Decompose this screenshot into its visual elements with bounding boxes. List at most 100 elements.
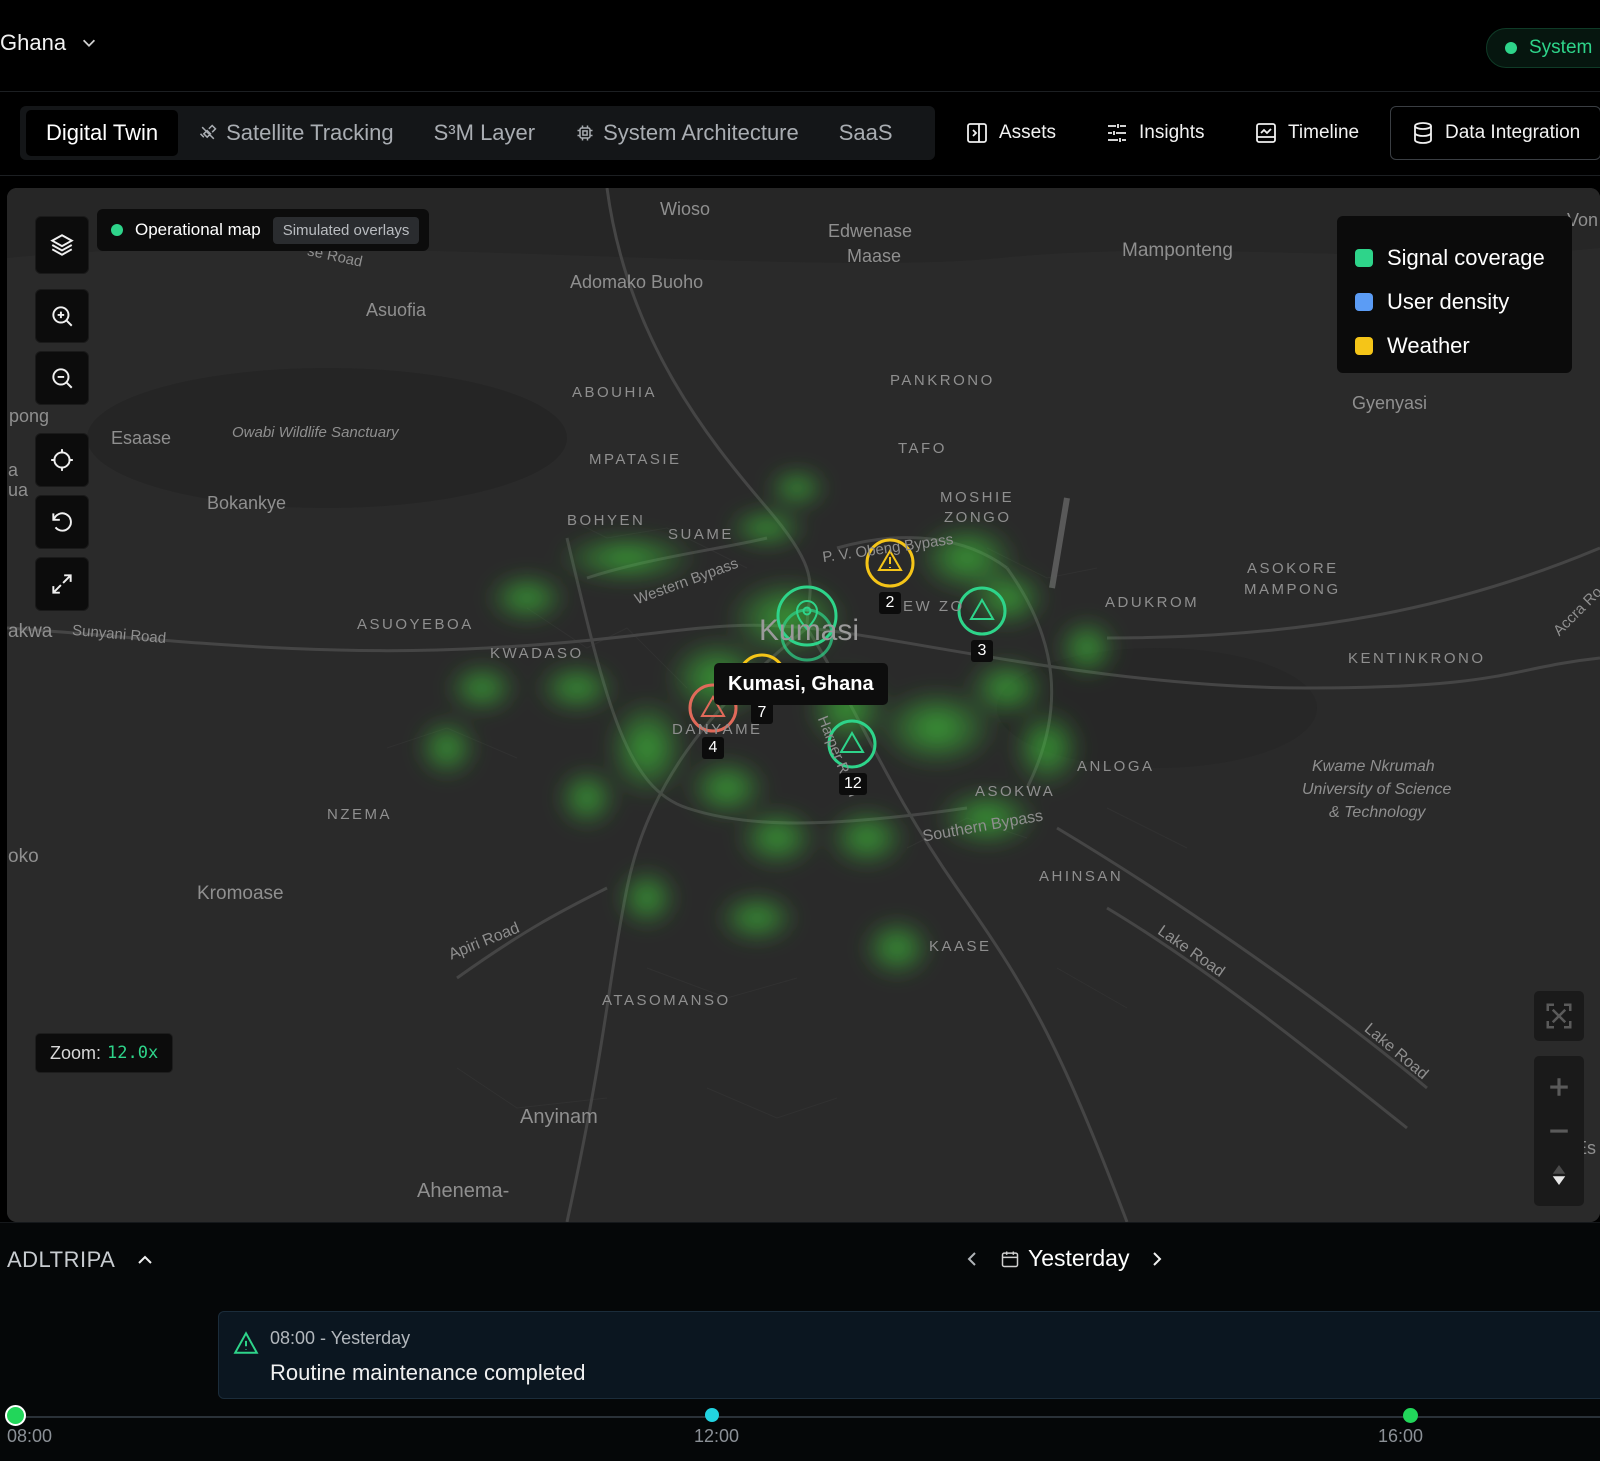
chevron-up-icon bbox=[138, 1255, 153, 1264]
region-selector[interactable]: Ghana bbox=[0, 30, 98, 56]
campus-label: University of Science bbox=[1302, 781, 1452, 798]
place-label: oko bbox=[8, 846, 39, 867]
layers-button[interactable] bbox=[35, 216, 89, 274]
system-status-badge[interactable]: System bbox=[1486, 28, 1600, 68]
compass-icon[interactable] bbox=[1544, 1160, 1574, 1190]
rotate-ccw-icon bbox=[52, 512, 72, 532]
district-label: AHINSAN bbox=[1039, 868, 1124, 885]
tab-s3m-layer[interactable]: S³M Layer bbox=[414, 110, 555, 156]
timeline-marker-active[interactable] bbox=[5, 1405, 26, 1426]
district-label: TAFO bbox=[898, 440, 947, 457]
marker-count-badge: 7 bbox=[751, 702, 773, 724]
nav-link-insights[interactable]: Insights bbox=[1105, 106, 1204, 160]
district-label: KENTINKRONO bbox=[1348, 650, 1486, 667]
district-label: ABOUHIA bbox=[572, 384, 658, 401]
location-tooltip: Kumasi, Ghana bbox=[714, 663, 888, 705]
tab-label: System Architecture bbox=[603, 120, 799, 145]
district-label: ATASOMANSO bbox=[602, 992, 731, 1009]
recenter-button[interactable] bbox=[35, 433, 89, 487]
tab-label: Satellite Tracking bbox=[226, 120, 394, 145]
timeline-tick: 12:00 bbox=[694, 1426, 740, 1446]
place-label: Mamponteng bbox=[1122, 240, 1233, 261]
zoom-readout: Zoom: 12.0x bbox=[35, 1033, 174, 1073]
map-legend: Signal coverage User density Weather bbox=[1337, 216, 1572, 373]
fit-screen-icon bbox=[1546, 1003, 1572, 1029]
nav-link-label: Assets bbox=[999, 122, 1057, 143]
chevron-down-icon bbox=[83, 39, 96, 47]
date-picker-button[interactable]: Yesterday bbox=[1000, 1245, 1129, 1272]
fullscreen-button[interactable] bbox=[35, 557, 89, 611]
place-label: Asuofia bbox=[366, 300, 427, 320]
event-time: 08:00 - Yesterday bbox=[270, 1328, 411, 1348]
fit-bounds-button[interactable] bbox=[1534, 991, 1584, 1041]
place-label: Edwenase bbox=[828, 221, 913, 241]
district-label: BOHYEN bbox=[567, 512, 646, 529]
map-zoom-stack bbox=[1534, 1056, 1584, 1206]
zoom-out-button[interactable] bbox=[35, 351, 89, 405]
top-bar: Ghana System bbox=[0, 0, 1600, 92]
plus-icon[interactable] bbox=[1544, 1072, 1574, 1102]
layers-icon bbox=[50, 234, 74, 256]
place-label: Ahenema- bbox=[417, 1180, 510, 1202]
sliders-icon bbox=[1108, 124, 1126, 142]
tab-label: SaaS bbox=[838, 120, 893, 145]
timeline-header[interactable]: ADLTRIPA bbox=[7, 1247, 155, 1273]
place-label: Adomako Buoho bbox=[570, 272, 704, 292]
nav-link-label: Data Integration bbox=[1445, 122, 1581, 143]
tab-digital-twin[interactable]: Digital Twin bbox=[26, 110, 179, 156]
nav-link-timeline[interactable]: Timeline bbox=[1254, 106, 1359, 160]
nav-link-data-integration[interactable]: Data Integration bbox=[1390, 106, 1600, 160]
legend-swatch bbox=[1355, 249, 1373, 267]
place-label: Wioso bbox=[660, 199, 711, 219]
zoom-out-icon bbox=[52, 368, 73, 389]
timeline-tick: 08:00 bbox=[7, 1426, 53, 1446]
nav-link-assets[interactable]: Assets bbox=[965, 106, 1056, 160]
warning-icon bbox=[233, 1331, 259, 1354]
place-label: Kromoase bbox=[197, 883, 284, 904]
reset-view-button[interactable] bbox=[35, 495, 89, 549]
district-label: NZEMA bbox=[327, 806, 392, 823]
marker-count-badge: 3 bbox=[971, 640, 993, 662]
place-label: ua bbox=[8, 480, 29, 500]
legend-swatch bbox=[1355, 337, 1373, 355]
timeline-marker[interactable] bbox=[1403, 1408, 1418, 1423]
overlay-tag[interactable]: Simulated overlays bbox=[272, 216, 420, 244]
legend-item-signal[interactable]: Signal coverage bbox=[1355, 236, 1554, 280]
map-canvas[interactable]: Wioso Edwenase Maase Mamponteng Von Adom… bbox=[7, 188, 1600, 1222]
tooltip-text: Kumasi, Ghana bbox=[728, 672, 874, 695]
legend-item-weather[interactable]: Weather bbox=[1355, 324, 1554, 368]
minus-icon[interactable] bbox=[1544, 1116, 1574, 1146]
legend-label: Signal coverage bbox=[1387, 245, 1545, 270]
date-navigator: Yesterday bbox=[962, 1245, 1167, 1272]
system-status-label: System bbox=[1529, 37, 1593, 58]
timeline-marker[interactable] bbox=[705, 1408, 719, 1422]
place-label: a bbox=[8, 460, 19, 480]
chevron-right-icon[interactable] bbox=[1147, 1249, 1167, 1269]
timeline-panel: ADLTRIPA Yesterday 08:00 - Yesterday Rou… bbox=[0, 1222, 1600, 1461]
tab-system-architecture[interactable]: System Architecture bbox=[555, 110, 819, 156]
legend-swatch bbox=[1355, 293, 1373, 311]
legend-label: User density bbox=[1387, 289, 1510, 314]
timeline-event-card[interactable]: 08:00 - Yesterday Routine maintenance co… bbox=[218, 1311, 1600, 1399]
satellite-icon bbox=[200, 124, 217, 140]
marker-count-badge: 2 bbox=[879, 592, 901, 614]
tab-satellite-tracking[interactable]: Satellite Tracking bbox=[178, 110, 414, 156]
campus-label: & Technology bbox=[1329, 804, 1426, 821]
map-mode-badge: Operational map Simulated overlays bbox=[97, 209, 430, 251]
zoom-in-button[interactable] bbox=[35, 289, 89, 343]
district-label: DANYAME bbox=[672, 721, 763, 738]
chevron-left-icon[interactable] bbox=[962, 1249, 982, 1269]
campus-label: Kwame Nkrumah bbox=[1312, 758, 1435, 775]
district-label: EW ZO bbox=[903, 598, 965, 615]
place-label: Bokankye bbox=[207, 493, 287, 513]
district-label: ADUKROM bbox=[1105, 594, 1200, 611]
park-label: Owabi Wildlife Sanctuary bbox=[232, 424, 399, 441]
status-dot-icon bbox=[1505, 42, 1517, 54]
calendar-chart-icon bbox=[1256, 123, 1276, 143]
place-label: Anyinam bbox=[520, 1106, 598, 1128]
tab-group: Digital Twin Satellite Tracking S³M Laye… bbox=[20, 106, 935, 160]
district-label: MAMPONG bbox=[1244, 581, 1341, 598]
legend-item-density[interactable]: User density bbox=[1355, 280, 1554, 324]
tab-saas[interactable]: SaaS bbox=[819, 110, 913, 156]
status-dot-icon bbox=[111, 224, 123, 236]
